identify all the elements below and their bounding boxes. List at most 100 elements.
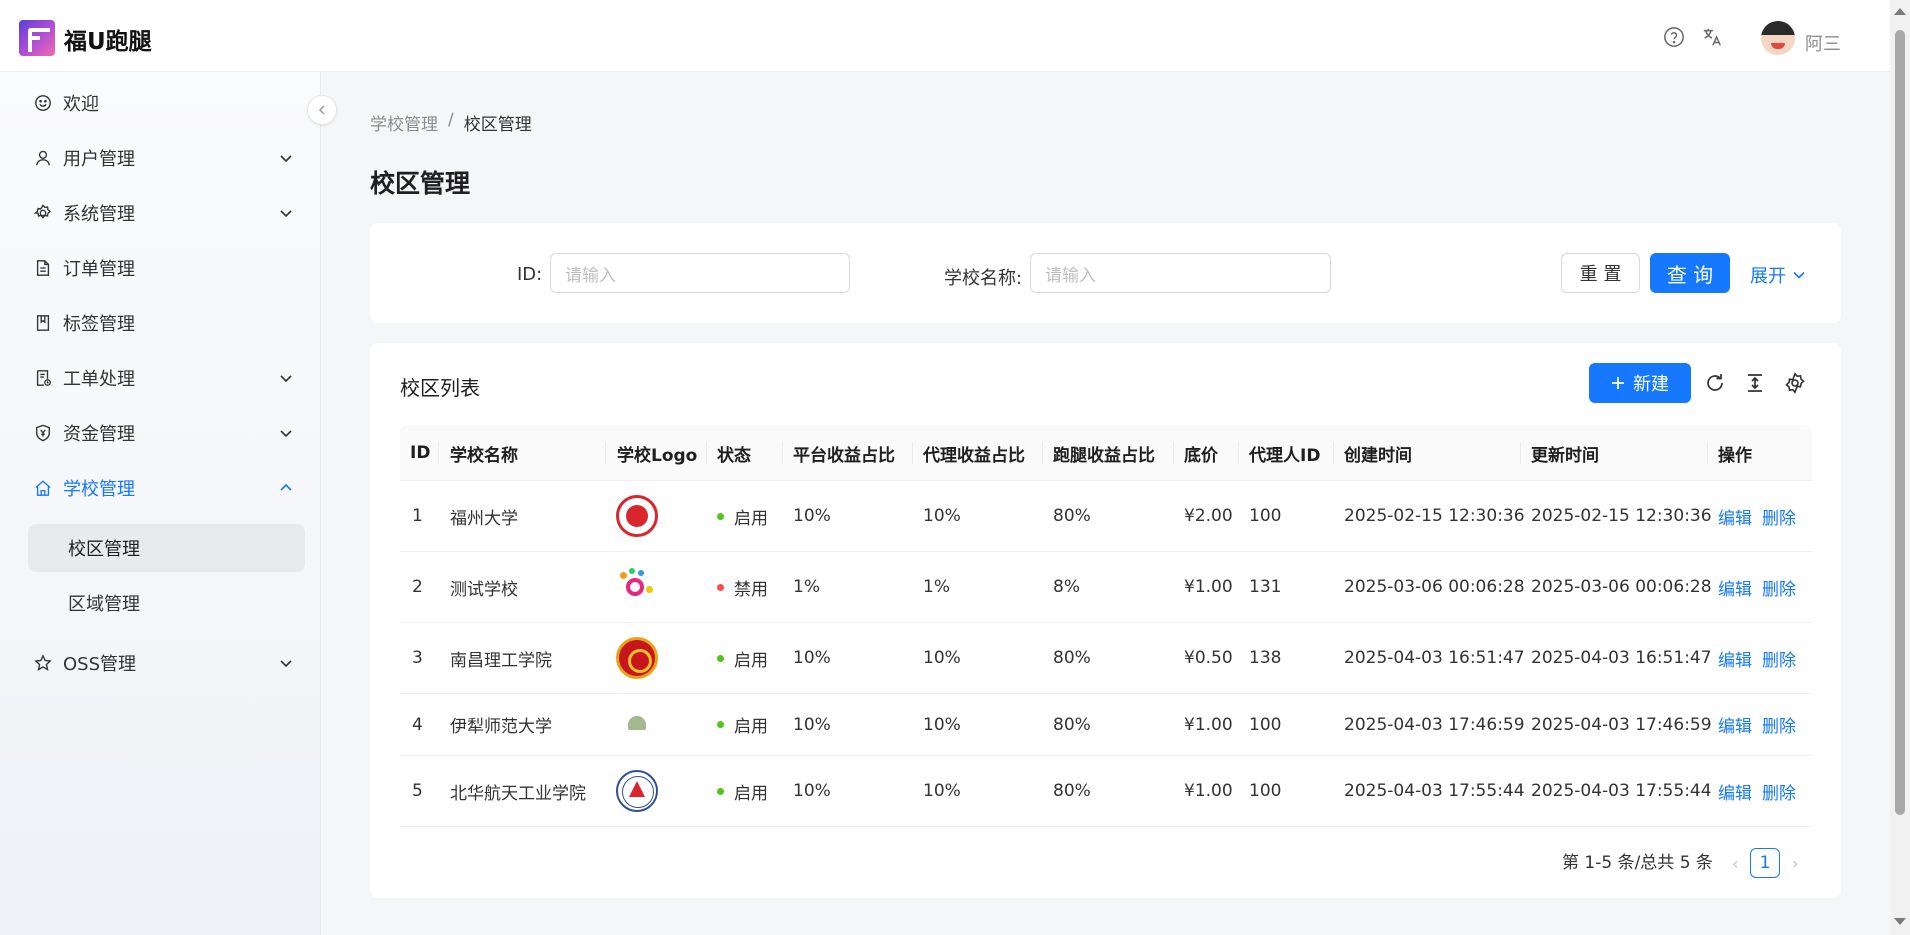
sidebar-item-schools[interactable]: 学校管理: [28, 464, 305, 512]
sidebar-item-orders[interactable]: 订单管理: [28, 244, 305, 292]
reset-button[interactable]: 重 置: [1561, 253, 1640, 293]
sidebar-item-tags[interactable]: 标签管理: [28, 299, 305, 347]
cell-runner-share: 80%: [1053, 648, 1091, 668]
col-id: ID: [410, 443, 431, 463]
sidebar-collapse-button[interactable]: [307, 95, 337, 125]
new-button[interactable]: 新建: [1589, 363, 1691, 403]
cell-price: ¥2.00: [1184, 506, 1233, 526]
delete-link[interactable]: 删除: [1762, 779, 1796, 804]
cell-agent-id: 100: [1249, 714, 1282, 735]
cell-school-name: 北华航天工业学院: [450, 783, 586, 804]
delete-link[interactable]: 删除: [1762, 575, 1796, 600]
status-badge: 启用: [717, 623, 768, 693]
translate-icon[interactable]: [1701, 26, 1723, 48]
reload-icon[interactable]: [1704, 372, 1726, 394]
cell-school-name: 南昌理工学院: [450, 650, 552, 671]
cell-price: ¥1.00: [1184, 577, 1233, 597]
delete-link[interactable]: 删除: [1762, 504, 1796, 529]
table-row: 1 福州大学 启用 10% 10% 80% ¥2.00 100 2025-02-…: [400, 481, 1812, 552]
chevron-up-icon: [280, 483, 292, 491]
sidebar-item-label: OSS管理: [63, 654, 137, 675]
status-text: 启用: [734, 717, 768, 737]
sidebar-item-users[interactable]: 用户管理: [28, 134, 305, 182]
school-name-label: 学校名称:: [944, 268, 1023, 289]
cell-id: 3: [412, 648, 423, 668]
status-text: 启用: [734, 783, 768, 804]
sidebar-item-system[interactable]: 系统管理: [28, 189, 305, 237]
status-badge: 启用: [717, 481, 768, 551]
sidebar-item-tickets[interactable]: 工单处理: [28, 354, 305, 402]
edit-link[interactable]: 编辑: [1718, 575, 1752, 600]
sidebar-subitem-region[interactable]: 区域管理: [28, 579, 305, 627]
cell-platform-share: 10%: [793, 648, 831, 668]
prev-page-icon[interactable]: ‹: [1732, 854, 1738, 873]
sidebar-item-oss[interactable]: OSS管理: [28, 639, 305, 687]
user-icon: [33, 148, 53, 168]
table-row: 2 测试学校 禁用 1% 1% 8% ¥1.00 131 2025-03-06 …: [400, 552, 1812, 623]
status-badge: 启用: [717, 694, 768, 755]
fuzhou-university-logo: [616, 495, 658, 537]
expand-toggle[interactable]: 展开: [1750, 262, 1806, 288]
col-actions: 操作: [1718, 445, 1752, 466]
sidebar-item-label: 学校管理: [63, 479, 135, 500]
status-dot: [717, 654, 724, 662]
nanchang-institute-logo: [616, 637, 658, 679]
cell-id: 4: [412, 714, 423, 735]
breadcrumb-parent[interactable]: 学校管理: [370, 110, 438, 135]
delete-link[interactable]: 删除: [1762, 646, 1796, 671]
cell-platform-share: 10%: [793, 506, 831, 526]
scrollbar-thumb[interactable]: [1895, 30, 1905, 815]
scroll-down-arrow-icon[interactable]: [1894, 918, 1906, 925]
query-button[interactable]: 查 询: [1650, 253, 1730, 293]
cell-updated-at: 2025-04-03 17:55:44: [1531, 781, 1712, 801]
sidebar-item-label: 工单处理: [63, 369, 135, 390]
edit-link[interactable]: 编辑: [1718, 646, 1752, 671]
cell-created-at: 2025-04-03 17:55:44: [1344, 781, 1525, 801]
chevron-down-icon: [280, 375, 292, 383]
edit-link[interactable]: 编辑: [1718, 504, 1752, 529]
next-page-icon[interactable]: ›: [1792, 854, 1798, 873]
help-icon[interactable]: [1663, 26, 1685, 48]
col-platform-share: 平台收益占比: [793, 445, 895, 466]
table-header: ID 学校名称 学校Logo 状态 平台收益占比 代理收益占比 跑腿收益占比 底…: [400, 425, 1812, 481]
id-input-placeholder: 请输入: [565, 265, 616, 286]
settings-icon[interactable]: [1784, 372, 1806, 394]
cell-agent-share: 1%: [923, 577, 950, 597]
reset-button-label: 重 置: [1579, 264, 1622, 285]
table-row: 3 南昌理工学院 启用 10% 10% 80% ¥0.50 138 2025-0…: [400, 623, 1812, 694]
col-updated-at: 更新时间: [1531, 445, 1599, 466]
status-dot: [717, 512, 724, 520]
status-dot: [717, 583, 724, 591]
sidebar-subitem-campus[interactable]: 校区管理: [28, 524, 305, 572]
app-logo: [19, 20, 55, 56]
cell-runner-share: 80%: [1053, 781, 1091, 801]
page-button-1[interactable]: 1: [1750, 848, 1780, 878]
pagination-summary: 第 1-5 条/总共 5 条: [1562, 853, 1713, 873]
sidebar-item-welcome[interactable]: 欢迎: [28, 79, 305, 127]
status-badge: 启用: [717, 756, 768, 826]
username[interactable]: 阿三: [1805, 30, 1841, 56]
sidebar-item-label: 系统管理: [63, 204, 135, 225]
sidebar-item-funds[interactable]: 资金管理: [28, 409, 305, 457]
scroll-up-arrow-icon[interactable]: [1894, 8, 1906, 15]
top-header: 福U跑腿 阿三: [0, 0, 1890, 72]
column-height-icon[interactable]: [1744, 372, 1766, 394]
user-avatar[interactable]: [1761, 21, 1795, 55]
test-school-logo: [616, 566, 658, 608]
id-input[interactable]: 请输入: [550, 253, 850, 293]
school-name-input[interactable]: 请输入: [1030, 253, 1331, 293]
status-text: 启用: [734, 650, 768, 671]
delete-link[interactable]: 删除: [1762, 712, 1796, 737]
search-form-card: ID: 请输入 学校名称: 请输入 重 置 查 询 展开: [370, 223, 1841, 323]
school-name-input-placeholder: 请输入: [1045, 265, 1096, 286]
col-status: 状态: [717, 445, 751, 466]
gear-icon: [33, 203, 53, 223]
cell-created-at: 2025-04-03 17:46:59: [1344, 714, 1525, 735]
star-icon: [33, 653, 53, 673]
app-title: 福U跑腿: [64, 29, 152, 55]
expand-label: 展开: [1750, 266, 1786, 287]
cell-id: 2: [412, 577, 423, 597]
edit-link[interactable]: 编辑: [1718, 779, 1752, 804]
edit-link[interactable]: 编辑: [1718, 712, 1752, 737]
sidebar-item-label: 欢迎: [63, 94, 99, 115]
